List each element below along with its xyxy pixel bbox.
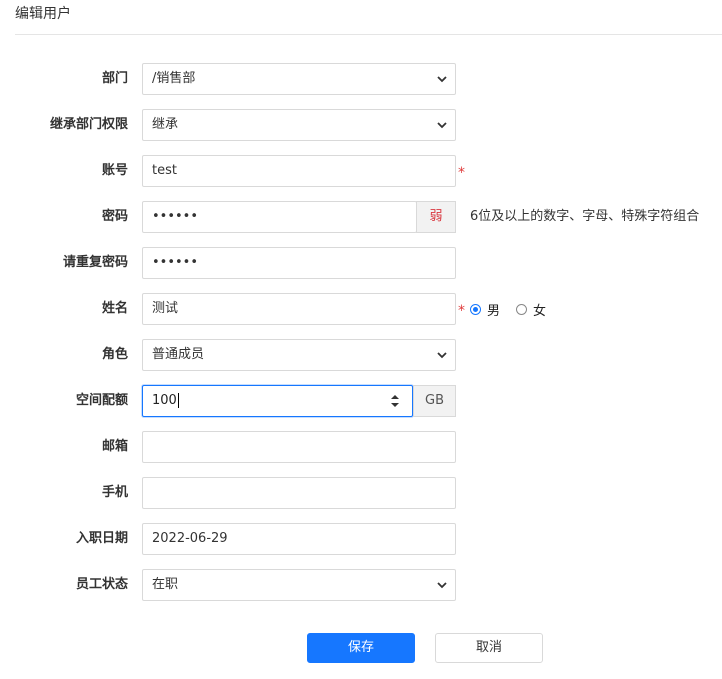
status-select[interactable]: 在职 [142, 569, 456, 601]
name-required-mark: * [458, 303, 465, 319]
quota-number-input[interactable]: 100 [142, 385, 413, 417]
gender-female-label[interactable]: 女 [533, 300, 546, 319]
password-label: 密码 [101, 209, 128, 224]
role-value: 普通成员 [152, 347, 205, 362]
quota-value: 100 [152, 393, 177, 408]
status-value: 在职 [152, 577, 179, 592]
confirm-password-input[interactable]: •••••• [142, 247, 456, 279]
hire-date-input[interactable]: 2022-06-29 [142, 523, 456, 555]
account-row: 账号 test * [0, 155, 722, 187]
status-row: 员工状态 在职 [0, 569, 722, 601]
department-row: 部门 /销售部 [0, 63, 722, 95]
name-label: 姓名 [101, 301, 128, 316]
inherit-select[interactable]: 继承 [142, 109, 456, 141]
hire-date-value: 2022-06-29 [152, 531, 228, 546]
password-strength-badge: 弱 [416, 201, 456, 233]
password-row: 密码 •••••• 弱 6位及以上的数字、字母、特殊字符组合 [0, 201, 722, 233]
cancel-button[interactable]: 取消 [435, 633, 543, 663]
gender-radio-group: 男 女 [470, 293, 562, 325]
text-cursor [177, 393, 179, 408]
phone-label: 手机 [101, 485, 128, 500]
role-row: 角色 普通成员 [0, 339, 722, 371]
email-label: 邮箱 [101, 439, 128, 454]
inherit-row: 继承部门权限 继承 [0, 109, 722, 141]
phone-input[interactable] [142, 477, 456, 509]
chevron-down-icon [437, 76, 447, 83]
name-input[interactable]: 测试 [142, 293, 456, 325]
save-button[interactable]: 保存 [307, 633, 415, 663]
page-header: 编辑用户 [15, 0, 722, 35]
confirm-password-label: 请重复密码 [62, 255, 128, 270]
account-label: 账号 [101, 163, 128, 178]
inherit-value: 继承 [152, 117, 179, 132]
password-hint: 6位及以上的数字、字母、特殊字符组合 [470, 209, 700, 224]
quota-unit-addon: GB [413, 385, 456, 417]
gender-male-label[interactable]: 男 [487, 300, 500, 319]
quota-label: 空间配额 [75, 393, 128, 408]
department-label: 部门 [101, 71, 128, 86]
gender-female-radio[interactable] [516, 303, 528, 315]
status-label: 员工状态 [75, 577, 128, 592]
role-label: 角色 [101, 347, 128, 362]
department-value: /销售部 [152, 71, 196, 86]
inherit-label: 继承部门权限 [49, 117, 128, 132]
chevron-down-icon [437, 582, 447, 589]
name-value: 测试 [152, 301, 179, 316]
hire-date-label: 入职日期 [75, 531, 128, 546]
password-input[interactable]: •••••• [142, 201, 417, 233]
account-value: test [152, 163, 177, 178]
chevron-down-icon [437, 352, 447, 359]
password-value: •••••• [152, 209, 199, 224]
email-row: 邮箱 [0, 431, 722, 463]
confirm-password-value: •••••• [152, 255, 199, 270]
quota-row: 空间配额 100 GB [0, 385, 722, 417]
chevron-down-icon [437, 122, 447, 129]
page-title: 编辑用户 [15, 6, 71, 22]
hire-date-row: 入职日期 2022-06-29 [0, 523, 722, 555]
gender-male-radio[interactable] [470, 303, 481, 315]
email-input[interactable] [142, 431, 456, 463]
phone-row: 手机 [0, 477, 722, 509]
spinner-arrows-icon[interactable] [390, 393, 400, 409]
name-row: 姓名 测试 * 男 女 [0, 293, 722, 325]
account-input[interactable]: test [142, 155, 456, 187]
role-select[interactable]: 普通成员 [142, 339, 456, 371]
account-required-mark: * [458, 165, 465, 181]
confirm-password-row: 请重复密码 •••••• [0, 247, 722, 279]
department-select[interactable]: /销售部 [142, 63, 456, 95]
